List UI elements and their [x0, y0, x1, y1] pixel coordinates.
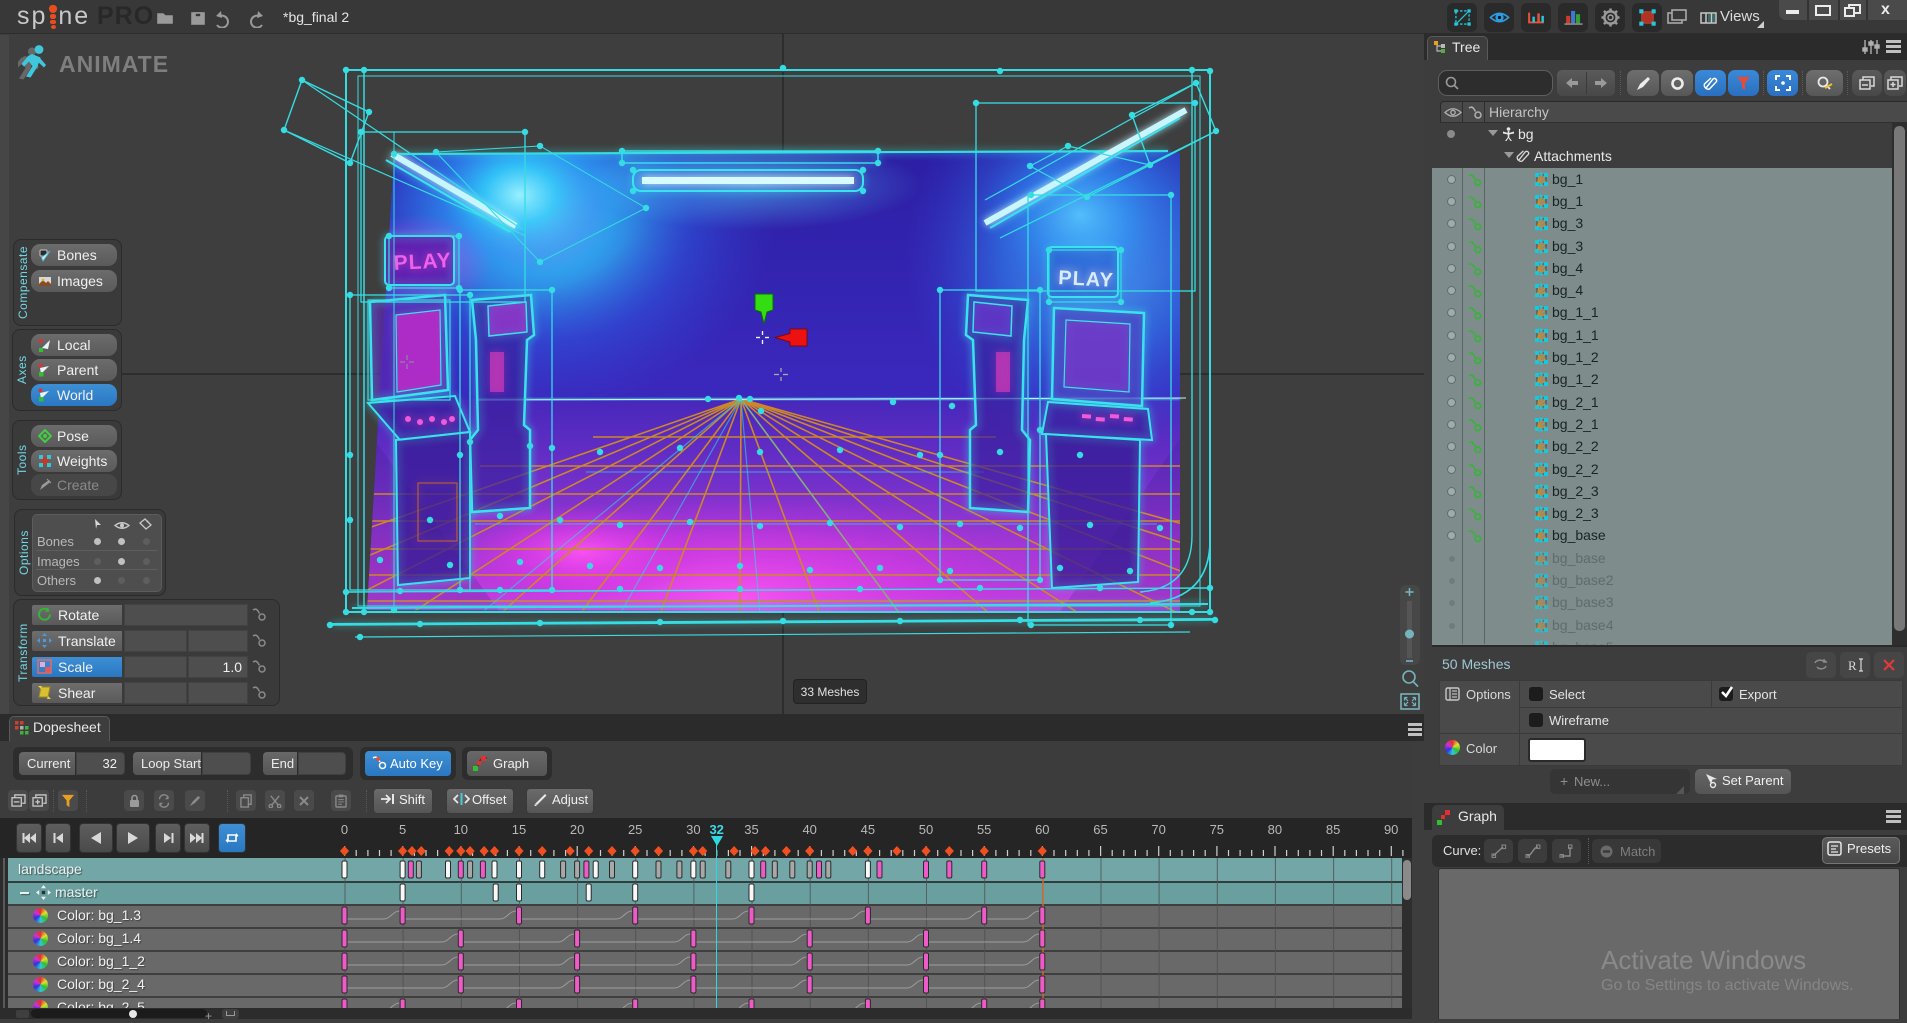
svg-text:PLAY: PLAY: [1058, 267, 1115, 292]
svg-text:PLAY: PLAY: [393, 249, 452, 275]
